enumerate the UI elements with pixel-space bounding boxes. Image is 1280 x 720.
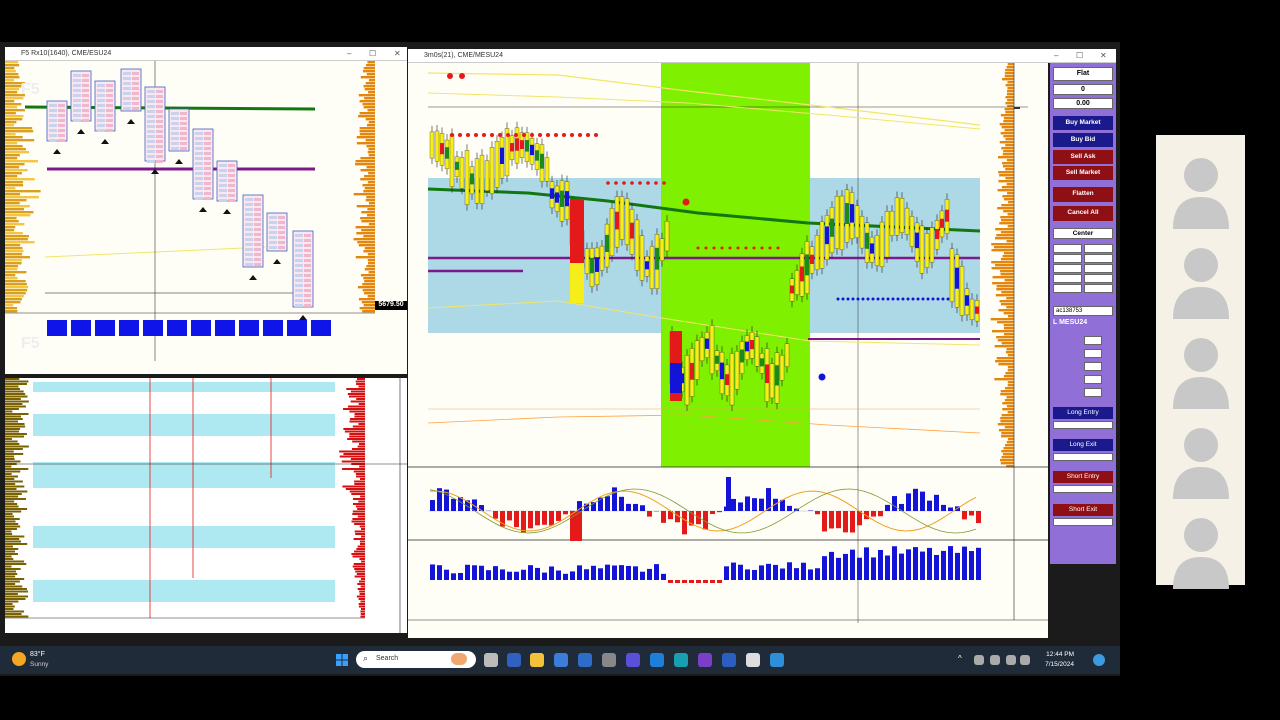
participant-avatar-icon bbox=[1171, 239, 1231, 327]
center-button[interactable]: Center bbox=[1053, 228, 1113, 239]
minimize-icon[interactable]: – bbox=[347, 49, 351, 58]
task-view-icon[interactable] bbox=[484, 653, 498, 667]
search-placeholder: Search bbox=[376, 655, 399, 662]
short-entry-button[interactable]: Short Entry bbox=[1053, 471, 1113, 483]
app-icon[interactable] bbox=[626, 653, 640, 667]
atm-field[interactable] bbox=[1084, 349, 1102, 358]
atm-field[interactable] bbox=[1084, 388, 1102, 397]
participant-avatar-icon bbox=[1171, 329, 1231, 417]
qty-grid-cell[interactable] bbox=[1084, 254, 1113, 263]
qty-grid-cell[interactable] bbox=[1053, 254, 1082, 263]
watermark-f5: F5 bbox=[21, 81, 40, 98]
instrument-label: L MESU24 bbox=[1053, 319, 1088, 326]
long-exit-button[interactable]: Long Exit bbox=[1053, 439, 1113, 451]
app3-icon[interactable] bbox=[770, 653, 784, 667]
volume-icon[interactable] bbox=[1020, 655, 1030, 665]
buy-bid-button[interactable]: Buy Bid bbox=[1053, 133, 1113, 147]
app2-icon[interactable] bbox=[722, 653, 736, 667]
qty-grid-cell[interactable] bbox=[1053, 264, 1082, 273]
short-exit-select[interactable] bbox=[1053, 518, 1113, 526]
position-status: Flat bbox=[1053, 67, 1113, 81]
main-chart[interactable] bbox=[408, 63, 1048, 638]
tray-chevron-icon[interactable]: ^ bbox=[958, 654, 962, 663]
highlight-zone bbox=[661, 63, 810, 467]
position-pnl: 0.00 bbox=[1053, 98, 1113, 109]
watermark-f5-bottom: F5 bbox=[21, 335, 40, 352]
visual-studio-icon[interactable] bbox=[698, 653, 712, 667]
qty-grid-cell[interactable] bbox=[1053, 244, 1082, 253]
qty-grid-cell[interactable] bbox=[1053, 284, 1082, 293]
atm-field[interactable] bbox=[1084, 362, 1102, 371]
qty-grid-cell[interactable] bbox=[1084, 244, 1113, 253]
webcam-placeholder-strip bbox=[1156, 135, 1245, 589]
qty-grid-cell[interactable] bbox=[1053, 274, 1082, 283]
search-icon: ⌕ bbox=[363, 653, 369, 663]
order-entry-panel: Flat 0 0.00 Buy Market Buy Bid Sell Ask … bbox=[1050, 63, 1116, 564]
buy-market-button[interactable]: Buy Market bbox=[1053, 116, 1113, 130]
short-exit-button[interactable]: Short Exit bbox=[1053, 504, 1113, 516]
short-entry-select[interactable] bbox=[1053, 485, 1113, 493]
participant-avatar-icon bbox=[1171, 509, 1231, 597]
file-explorer-icon[interactable] bbox=[530, 653, 544, 667]
main-window-title: 3m0s(21), CME/MESU24 bbox=[424, 52, 503, 59]
windows-start-icon[interactable] bbox=[336, 653, 348, 666]
photos-icon[interactable] bbox=[650, 653, 664, 667]
tray-icon-2[interactable] bbox=[990, 655, 1000, 665]
long-entry-select[interactable] bbox=[1053, 421, 1113, 429]
qty-grid-cell[interactable] bbox=[1084, 274, 1113, 283]
qty-grid-cell[interactable] bbox=[1084, 284, 1113, 293]
participant-avatar-icon bbox=[1171, 149, 1231, 237]
edge-icon[interactable] bbox=[674, 653, 688, 667]
taskbar: 83°F Sunny ⌕ Search ^ 12:44 PM 7/15/2024 bbox=[0, 646, 1120, 674]
maximize-icon[interactable]: ☐ bbox=[1076, 51, 1083, 60]
left-range-chart[interactable]: F5 F5 5679.50 bbox=[5, 61, 407, 374]
teams-icon[interactable] bbox=[507, 653, 521, 667]
tray-icon-1[interactable] bbox=[974, 655, 984, 665]
store-icon[interactable] bbox=[554, 653, 568, 667]
settings-icon[interactable] bbox=[602, 653, 616, 667]
notifications-icon[interactable] bbox=[1093, 654, 1105, 666]
left-window-title: F5 Rx10(1640), CME/ESU24 bbox=[21, 50, 112, 57]
participant-avatar-icon bbox=[1171, 419, 1231, 507]
close-icon[interactable]: ✕ bbox=[394, 49, 401, 58]
atm-field[interactable] bbox=[1084, 336, 1102, 345]
search-input[interactable]: ⌕ Search bbox=[356, 651, 476, 668]
current-price-tag: 5679.50 bbox=[375, 301, 407, 310]
sell-ask-button[interactable]: Sell Ask bbox=[1053, 150, 1113, 164]
close-icon[interactable]: ✕ bbox=[1100, 51, 1107, 60]
trading-app-icon[interactable] bbox=[746, 653, 760, 667]
left-window-titlebar[interactable]: F5 Rx10(1640), CME/ESU24 – ☐ ✕ bbox=[5, 47, 407, 61]
weather-icon[interactable] bbox=[12, 652, 26, 666]
weather-temp: 83°F bbox=[30, 651, 45, 658]
maximize-icon[interactable]: ☐ bbox=[369, 49, 376, 58]
long-exit-select[interactable] bbox=[1053, 453, 1113, 461]
cancel-all-button[interactable]: Cancel All bbox=[1053, 206, 1113, 221]
account-select[interactable]: ac138753 bbox=[1053, 306, 1113, 316]
long-entry-button[interactable]: Long Entry bbox=[1053, 407, 1113, 419]
mail-icon[interactable] bbox=[578, 653, 592, 667]
wifi-icon[interactable] bbox=[1006, 655, 1016, 665]
clock-date[interactable]: 7/15/2024 bbox=[1040, 661, 1074, 668]
flatten-button[interactable]: Flatten bbox=[1053, 187, 1113, 202]
qty-grid-cell[interactable] bbox=[1084, 264, 1113, 273]
sell-market-button[interactable]: Sell Market bbox=[1053, 166, 1113, 180]
atm-field[interactable] bbox=[1084, 375, 1102, 384]
main-window-titlebar[interactable]: 3m0s(21), CME/MESU24 – ☐ ✕ bbox=[408, 49, 1116, 63]
price-tag bbox=[1014, 107, 1020, 109]
position-qty: 0 bbox=[1053, 84, 1113, 95]
search-highlight-icon bbox=[451, 653, 467, 665]
clock-time[interactable]: 12:44 PM bbox=[1040, 651, 1074, 658]
minimize-icon[interactable]: – bbox=[1054, 51, 1058, 60]
weather-desc: Sunny bbox=[30, 661, 49, 668]
tpo-profile-chart[interactable] bbox=[5, 378, 407, 633]
